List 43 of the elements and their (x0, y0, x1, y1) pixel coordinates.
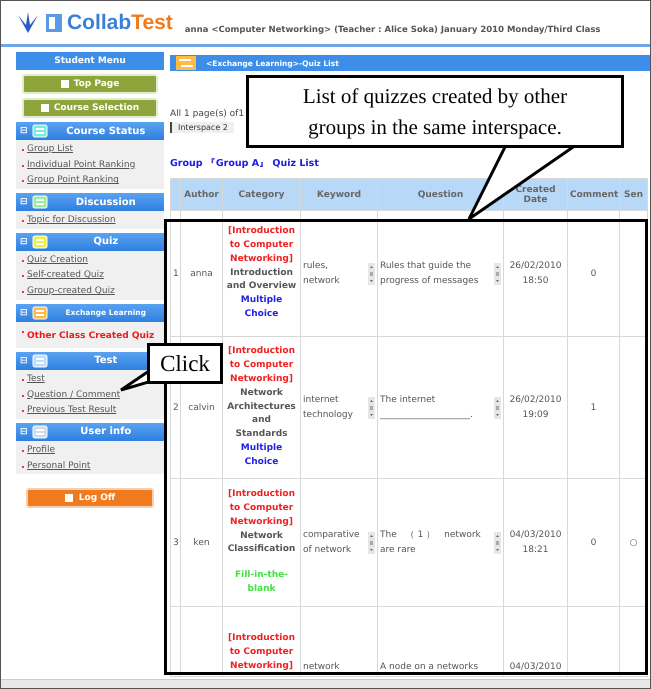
category-subtopic: Network Architectures and Standards (226, 386, 297, 442)
category-topic: [Introduction to Computer Networking] (227, 344, 296, 386)
question-text: The （ 1 ） network are rare (380, 529, 482, 556)
quiz-type: Multiple Choice (240, 294, 284, 322)
category-subtopic: Network Classification (226, 530, 296, 556)
column-header: Sen (620, 178, 648, 210)
category-subtopic: Introduction and Overview (226, 266, 298, 294)
created-date: 04/03/2010 (510, 662, 562, 672)
keyword-text: comparative of network (303, 529, 361, 556)
keyword-text: rules, network (303, 260, 341, 288)
created-date: 04/03/2010 18:21 (510, 530, 562, 554)
callout: Click (147, 343, 223, 384)
row-number: 1 (173, 268, 179, 278)
author-cell: ken (193, 538, 210, 548)
column-header: Keyword (300, 178, 378, 210)
class-info: anna <Computer Networking> (Teacher : Alice Soka) January 2010 Monday/Third Class (184, 24, 600, 34)
quiz-type: Fill-in-the-blank (234, 569, 289, 596)
menu-title: Student Menu (16, 52, 164, 70)
category-topic: [Introduction to Computer Networking] (227, 488, 296, 529)
keyword-text: network (303, 660, 341, 674)
column-header: Comment (568, 178, 620, 210)
category-topic: [Introduction to Computer Networking] (227, 224, 296, 266)
category-topic: [Introduction to Computer Networking] (227, 632, 296, 674)
column-header: Category (222, 178, 300, 210)
comment-count: 0 (590, 268, 596, 278)
question-text: The internet ____________________. (380, 394, 474, 422)
send-mark: ○ (630, 538, 638, 548)
created-date: 26/02/2010 19:09 (510, 395, 562, 420)
quiz-type: Multiple Choice (240, 442, 284, 470)
column-header: Author (180, 178, 222, 210)
group-title: Group 『Group A』 Quiz List (170, 157, 320, 170)
question-text: A node on a networks (380, 660, 480, 674)
comment-count: 1 (590, 402, 596, 412)
comment-count: 0 (590, 538, 596, 548)
page-count: All 1 page(s) of1 (170, 109, 246, 119)
logo-text: CollabTest (67, 10, 173, 34)
keyword-text: internet technology (303, 394, 354, 422)
row-number: 3 (173, 538, 179, 548)
created-date: 26/02/2010 18:50 (510, 261, 562, 286)
row-number: 2 (173, 402, 179, 412)
author-cell: calvin (188, 402, 215, 412)
question-text: Rules that guide the progress of messages (380, 260, 480, 288)
author-cell: anna (190, 268, 213, 278)
